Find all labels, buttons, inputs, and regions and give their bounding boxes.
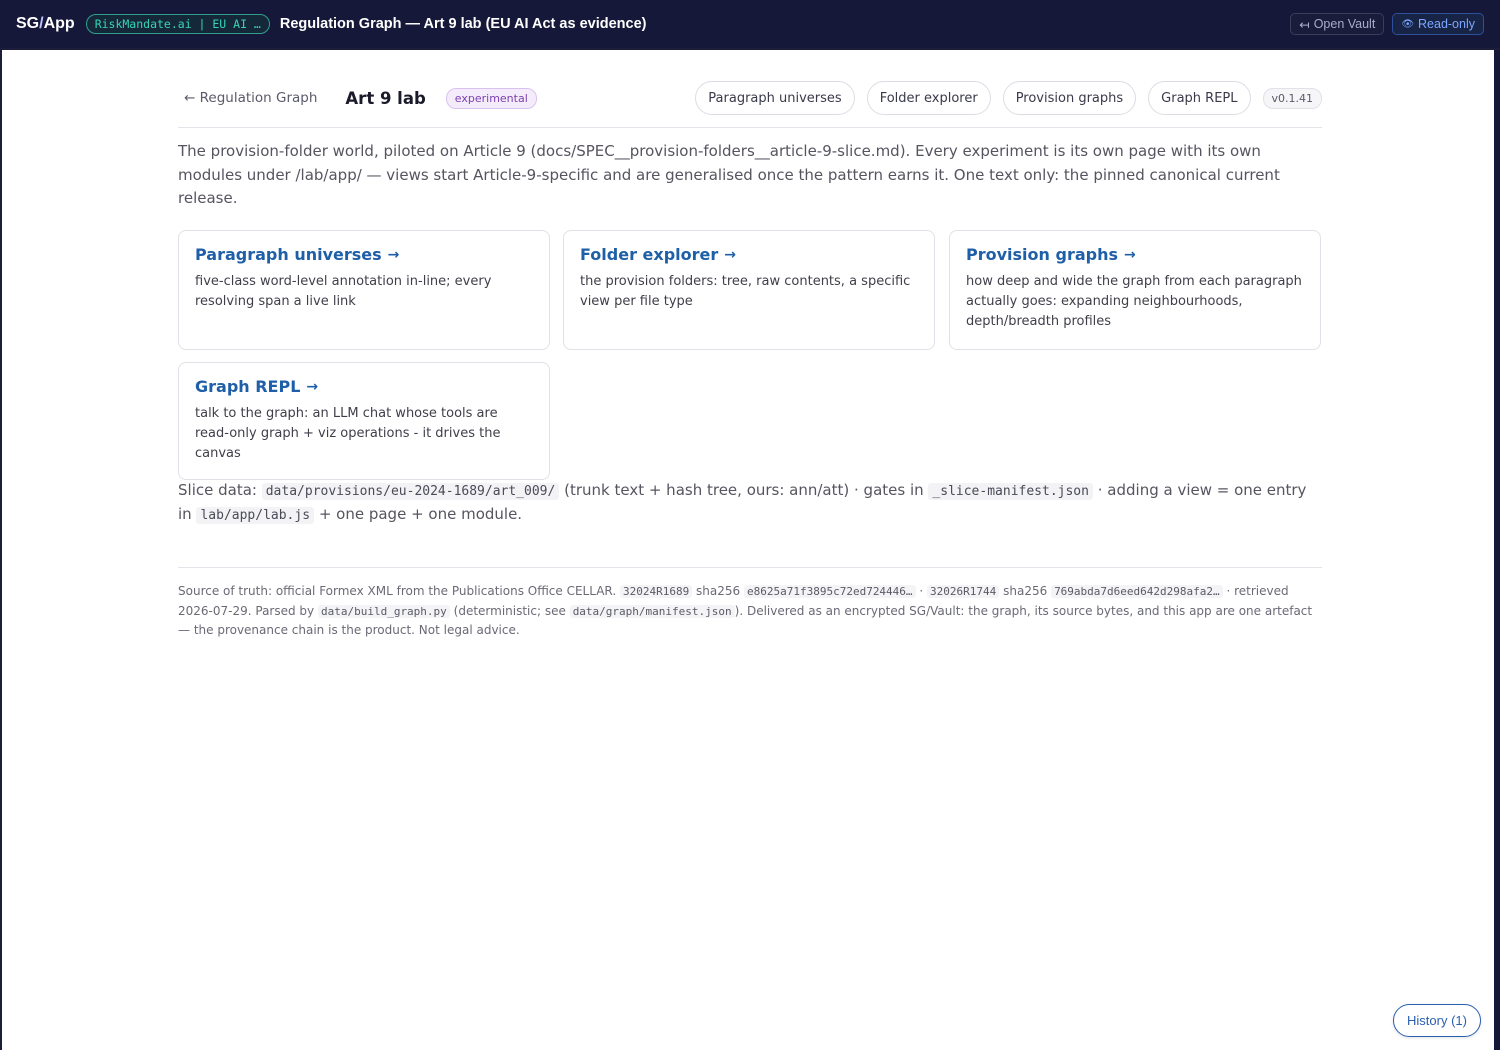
left-arrow-icon: ←	[184, 90, 196, 106]
lab-js-code: lab/app/lab.js	[196, 507, 315, 524]
sha256-code: e8625a71f3895c72ed724446…	[743, 585, 916, 598]
sha256-code: 769abda7d6eed642d298afa2…	[1051, 585, 1223, 598]
slice-path-code: data/provisions/eu-2024-1689/art_009/	[261, 483, 560, 500]
intro-text: The provision-folder world, piloted on A…	[178, 142, 1280, 207]
topbar-actions: ↤ Open Vault 👁 Read-only	[1290, 13, 1484, 35]
arrow-right-icon: →	[1124, 246, 1136, 263]
back-to-regulation-graph-link[interactable]: ← Regulation Graph	[184, 90, 317, 106]
back-link-label: Regulation Graph	[199, 90, 318, 106]
card-title: Provision graphs	[966, 245, 1118, 264]
card-graph-repl[interactable]: Graph REPL → talk to the graph: an LLM ch…	[178, 362, 550, 480]
header-divider	[178, 127, 1322, 128]
eye-icon: 👁	[1401, 18, 1415, 30]
read-only-label: Read-only	[1418, 17, 1475, 31]
footer-divider	[178, 567, 1322, 568]
page-title: Art 9 lab	[345, 88, 426, 108]
celex-code: 32024R1689	[619, 585, 693, 598]
open-vault-button[interactable]: ↤ Open Vault	[1290, 13, 1385, 35]
card-title: Paragraph universes	[195, 245, 382, 264]
lab-nav: Paragraph universes Folder explorer Prov…	[695, 81, 1322, 115]
card-title: Folder explorer	[580, 245, 719, 264]
card-description: how deep and wide the graph from each pa…	[966, 274, 1302, 329]
nav-graph-repl[interactable]: Graph REPL	[1148, 81, 1251, 115]
build-script-code: data/build_graph.py	[317, 604, 450, 618]
back-arrow-icon: ↤	[1299, 17, 1310, 32]
top-bar: SG/App RiskMandate.ai | EU AI … Regulati…	[0, 0, 1500, 48]
arrow-right-icon: →	[306, 378, 319, 395]
card-folder-explorer[interactable]: Folder explorer → the provision folders: …	[563, 230, 935, 350]
manifest-code: data/graph/manifest.json	[569, 604, 735, 618]
card-paragraph-universes[interactable]: Paragraph universes → five-class word-lev…	[178, 230, 550, 350]
open-vault-label: Open Vault	[1313, 17, 1376, 31]
page-header: ← Regulation Graph Art 9 lab experimenta…	[176, 80, 1322, 116]
window-title: Regulation Graph — Art 9 lab (EU AI Act …	[279, 16, 647, 32]
tenant-selector[interactable]: RiskMandate.ai | EU AI …	[85, 14, 270, 34]
scrollbar[interactable]	[1494, 50, 1500, 1050]
nav-folder-explorer[interactable]: Folder explorer	[866, 81, 991, 115]
celex-code: 32026R1744	[927, 585, 1000, 598]
version-badge: v0.1.41	[1262, 87, 1322, 109]
card-description: talk to the graph: an LLM chat whose too…	[195, 406, 501, 461]
app-brand: SG/App	[16, 15, 75, 32]
main-panel: ← Regulation Graph Art 9 lab experimenta…	[2, 50, 1494, 1050]
arrow-right-icon: →	[387, 246, 400, 263]
slice-manifest-code: _slice-manifest.json	[928, 483, 1093, 500]
provenance-footer: Source of truth: official Formex XML fro…	[178, 584, 1313, 637]
card-provision-graphs[interactable]: Provision graphs → how deep and wide the …	[949, 230, 1321, 350]
experimental-badge: experimental	[445, 87, 537, 109]
card-description: the provision folders: tree, raw content…	[580, 274, 911, 309]
card-title: Graph REPL	[195, 377, 301, 396]
slice-data-note: Slice data: data/provisions/eu-2024-1689…	[178, 481, 1307, 524]
history-button[interactable]: History (1)	[1393, 1004, 1481, 1037]
nav-provision-graphs[interactable]: Provision graphs	[1002, 81, 1137, 115]
nav-paragraph-universes[interactable]: Paragraph universes	[695, 81, 855, 115]
card-description: five-class word-level annotation in-line…	[195, 274, 492, 309]
arrow-right-icon: →	[724, 246, 736, 263]
read-only-button[interactable]: 👁 Read-only	[1392, 13, 1484, 35]
